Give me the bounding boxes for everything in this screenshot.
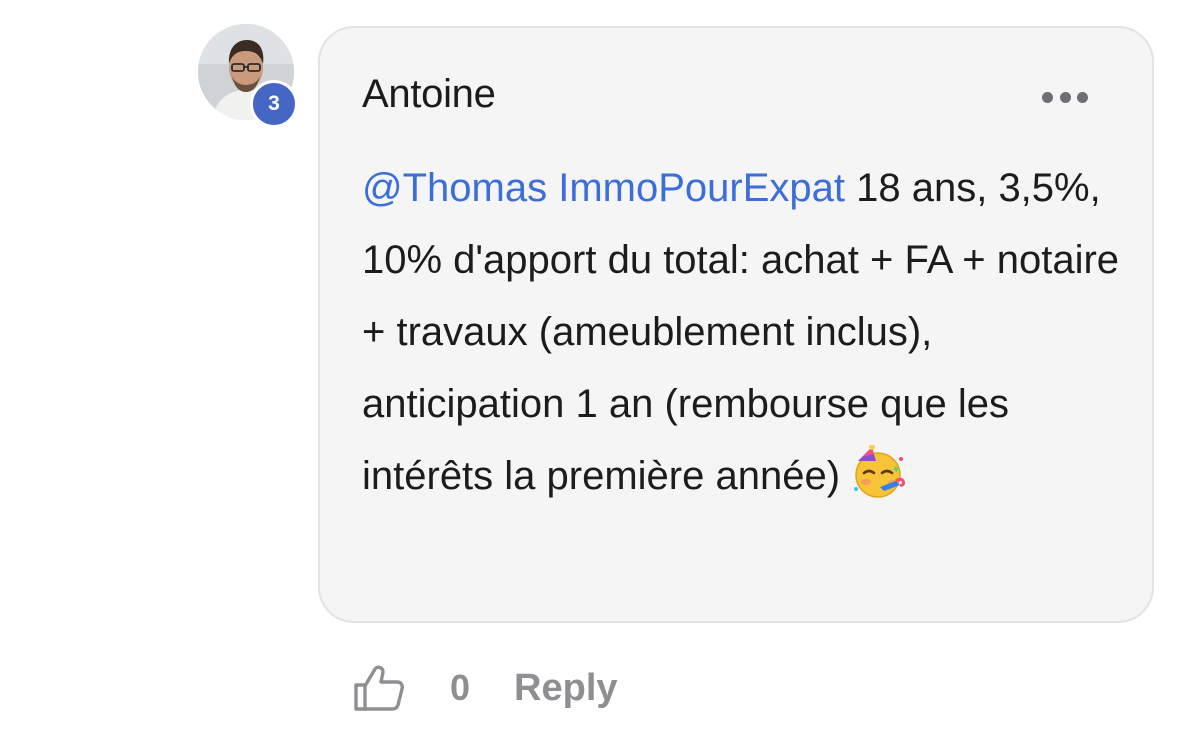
level-badge: 3 [250,80,298,128]
more-dot [1077,91,1088,103]
comment-author[interactable]: Antoine [362,72,496,117]
comment-body: 18 ans, 3,5%, 10% d'apport du total: ach… [362,166,1120,498]
comment-text: @Thomas ImmoPourExpat 18 ans, 3,5%, 10% … [362,152,1132,522]
comment-bubble: Antoine @Thomas ImmoPourExpat 18 ans, 3,… [318,26,1154,623]
more-dot [1042,91,1053,103]
thumbs-up-icon[interactable] [352,661,406,715]
comment-actions: 0 Reply [352,660,618,716]
more-dot [1059,91,1071,103]
more-horizontal-icon[interactable] [1042,90,1088,104]
avatar-container[interactable]: 3 [198,24,298,128]
reply-button[interactable]: Reply [514,667,617,710]
partying-face-emoji [850,444,906,522]
mention-link[interactable]: @Thomas ImmoPourExpat [362,166,845,210]
like-count: 0 [450,667,471,708]
